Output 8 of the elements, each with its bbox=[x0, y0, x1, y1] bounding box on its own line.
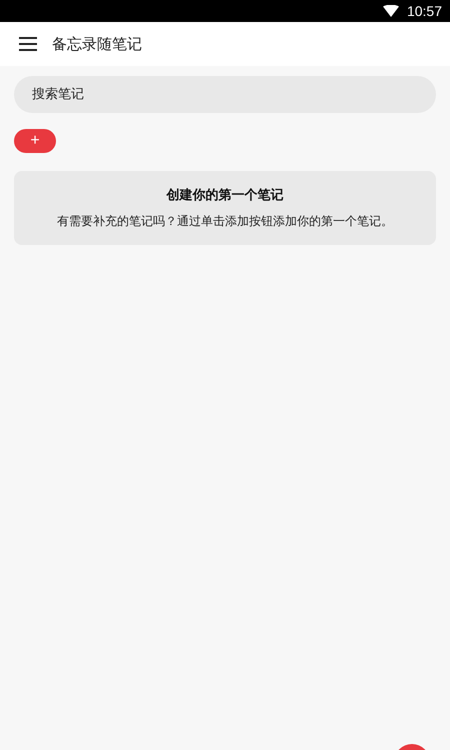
app-title: 备忘录随笔记 bbox=[52, 34, 142, 54]
menu-icon[interactable] bbox=[19, 37, 37, 51]
search-field[interactable]: 搜索笔记 bbox=[14, 76, 436, 113]
empty-state-message: 有需要补充的笔记吗？通过单击添加按钮添加你的第一个笔记。 bbox=[57, 213, 393, 230]
add-button[interactable]: + bbox=[14, 129, 56, 153]
empty-state-title: 创建你的第一个笔记 bbox=[166, 187, 284, 204]
wifi-icon bbox=[382, 5, 399, 17]
clock: 10:57 bbox=[406, 3, 442, 19]
